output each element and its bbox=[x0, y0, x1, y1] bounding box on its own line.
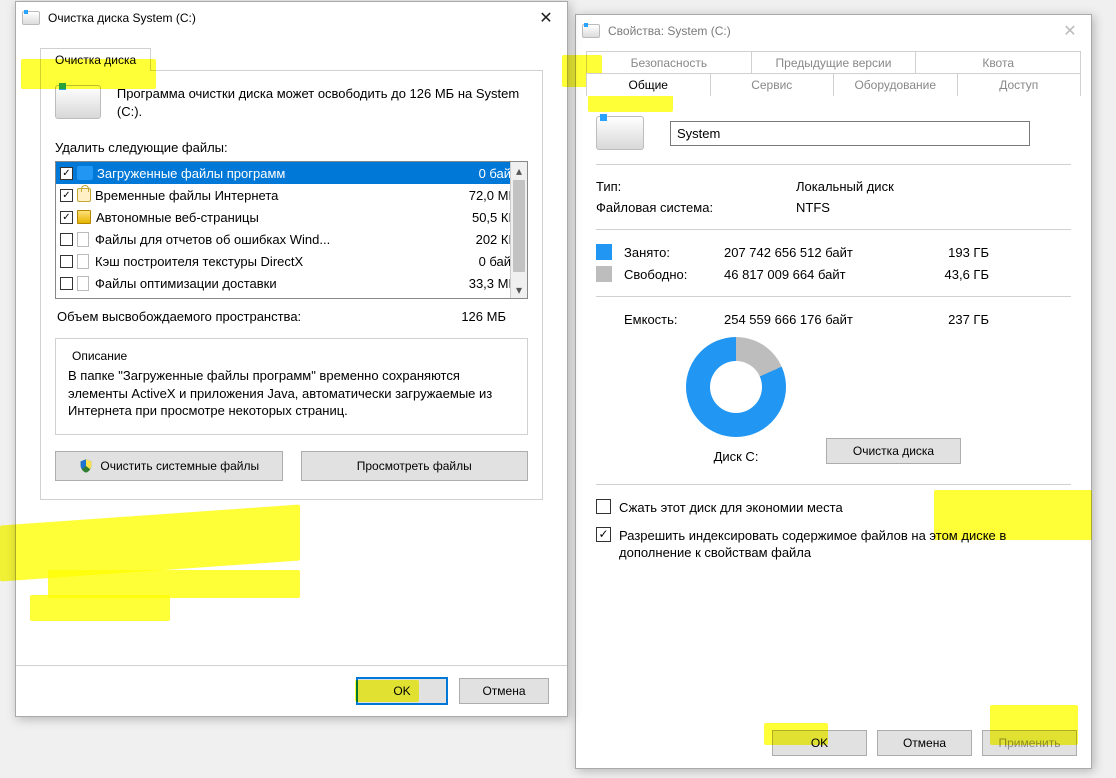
drive-icon bbox=[55, 85, 101, 119]
index-checkbox[interactable] bbox=[596, 527, 611, 542]
cancel-button[interactable]: Отмена bbox=[877, 730, 972, 756]
shield-icon bbox=[78, 458, 94, 474]
folder-icon bbox=[77, 166, 93, 180]
usage-donut-chart bbox=[686, 337, 786, 437]
web-icon bbox=[77, 210, 91, 224]
tab-cleanup[interactable]: Очистка диска bbox=[40, 48, 151, 71]
page-icon bbox=[77, 232, 89, 247]
type-value: Локальный диск bbox=[796, 179, 894, 194]
drive-icon bbox=[582, 24, 600, 38]
capacity-bytes: 254 559 666 176 байт bbox=[724, 312, 919, 327]
used-bytes: 207 742 656 512 байт bbox=[724, 245, 919, 260]
drive-icon bbox=[596, 116, 644, 150]
window-title: Свойства: System (C:) bbox=[604, 24, 1055, 38]
list-caption: Удалить следующие файлы: bbox=[55, 140, 528, 155]
row-checkbox[interactable] bbox=[60, 189, 73, 202]
row-checkbox[interactable] bbox=[60, 277, 73, 290]
fs-label: Файловая система: bbox=[596, 200, 796, 215]
row-checkbox[interactable] bbox=[60, 211, 73, 224]
cleanup-panel: Программа очистки диска может освободить… bbox=[40, 70, 543, 500]
list-item[interactable]: Автономные веб-страницы 50,5 КБ bbox=[56, 206, 527, 228]
fs-value: NTFS bbox=[796, 200, 830, 215]
list-item[interactable]: Файлы оптимизации доставки 33,3 МБ bbox=[56, 272, 527, 294]
used-gb: 193 ГБ bbox=[919, 245, 989, 260]
lock-icon bbox=[77, 188, 91, 202]
free-gb: 43,6 ГБ bbox=[919, 267, 989, 282]
title-bar[interactable]: Очистка диска System (C:) ✕ bbox=[16, 2, 567, 34]
drive-properties-window: Свойства: System (C:) ✕ Безопасность Пре… bbox=[575, 14, 1092, 769]
type-label: Тип: bbox=[596, 179, 796, 194]
row-name: Временные файлы Интернета bbox=[95, 188, 453, 203]
compress-checkbox[interactable] bbox=[596, 499, 611, 514]
ok-button[interactable]: OK bbox=[772, 730, 867, 756]
page-icon bbox=[77, 276, 89, 291]
view-files-button[interactable]: Просмотреть файлы bbox=[301, 451, 529, 481]
tab-service[interactable]: Сервис bbox=[711, 73, 835, 96]
clean-system-label: Очистить системные файлы bbox=[100, 459, 259, 473]
cancel-button[interactable]: Отмена bbox=[459, 678, 549, 704]
tab-previous[interactable]: Предыдущие версии bbox=[752, 51, 917, 74]
list-item[interactable]: Загруженные файлы программ 0 байт bbox=[56, 162, 527, 184]
close-icon[interactable]: ✕ bbox=[1055, 21, 1085, 41]
scroll-thumb[interactable] bbox=[513, 180, 525, 272]
row-name: Загруженные файлы программ bbox=[97, 166, 453, 181]
page-icon bbox=[77, 254, 89, 269]
scrollbar[interactable]: ▴ ▾ bbox=[510, 162, 527, 298]
list-item[interactable]: Файлы для отчетов об ошибках Wind... 202… bbox=[56, 228, 527, 250]
capacity-gb: 237 ГБ bbox=[919, 312, 989, 327]
description-box: Описание В папке "Загруженные файлы прог… bbox=[55, 338, 528, 435]
drive-name-input[interactable] bbox=[670, 121, 1030, 146]
free-label: Свободно: bbox=[624, 267, 724, 282]
used-swatch-icon bbox=[596, 244, 612, 260]
row-name: Файлы для отчетов об ошибках Wind... bbox=[95, 232, 453, 247]
window-title: Очистка диска System (C:) bbox=[44, 11, 531, 25]
tab-hardware[interactable]: Оборудование bbox=[834, 73, 958, 96]
row-checkbox[interactable] bbox=[60, 233, 73, 246]
tab-general[interactable]: Общие bbox=[586, 73, 711, 96]
description-legend: Описание bbox=[68, 349, 131, 363]
row-checkbox[interactable] bbox=[60, 255, 73, 268]
used-label: Занято: bbox=[624, 245, 724, 260]
description-text: В папке "Загруженные файлы программ" вре… bbox=[68, 367, 515, 420]
tabs: Безопасность Предыдущие версии Квота Общ… bbox=[586, 51, 1081, 96]
disk-cleanup-button[interactable]: Очистка диска bbox=[826, 438, 961, 464]
disk-label: Диск C: bbox=[686, 449, 786, 464]
tab-quota[interactable]: Квота bbox=[916, 51, 1081, 74]
total-label: Объем высвобождаемого пространства: bbox=[57, 309, 446, 324]
row-name: Кэш построителя текстуры DirectX bbox=[95, 254, 453, 269]
tab-sharing[interactable]: Доступ bbox=[958, 73, 1082, 96]
row-checkbox[interactable] bbox=[60, 167, 73, 180]
intro-text: Программа очистки диска может освободить… bbox=[117, 85, 528, 120]
capacity-label: Емкость: bbox=[624, 312, 724, 327]
ok-button[interactable]: OK bbox=[357, 678, 447, 704]
tab-security[interactable]: Безопасность bbox=[586, 51, 752, 74]
list-item[interactable]: Кэш построителя текстуры DirectX 0 байт bbox=[56, 250, 527, 272]
scroll-down-icon[interactable]: ▾ bbox=[511, 281, 527, 298]
close-icon[interactable]: ✕ bbox=[531, 8, 561, 28]
scroll-up-icon[interactable]: ▴ bbox=[511, 162, 527, 179]
file-categories-list[interactable]: Загруженные файлы программ 0 байт Времен… bbox=[55, 161, 528, 299]
view-files-label: Просмотреть файлы bbox=[357, 459, 472, 473]
total-value: 126 МБ bbox=[446, 309, 526, 324]
free-swatch-icon bbox=[596, 266, 612, 282]
compress-label: Сжать этот диск для экономии места bbox=[619, 499, 843, 517]
title-bar[interactable]: Свойства: System (C:) ✕ bbox=[576, 15, 1091, 47]
clean-system-files-button[interactable]: Очистить системные файлы bbox=[55, 451, 283, 481]
free-bytes: 46 817 009 664 байт bbox=[724, 267, 919, 282]
list-item[interactable]: Временные файлы Интернета 72,0 МБ bbox=[56, 184, 527, 206]
drive-icon bbox=[22, 11, 40, 25]
index-label: Разрешить индексировать содержимое файло… bbox=[619, 527, 1071, 562]
dialog-footer: OK Отмена bbox=[16, 665, 567, 716]
disk-cleanup-window: Очистка диска System (C:) ✕ Очистка диск… bbox=[15, 1, 568, 717]
row-name: Автономные веб-страницы bbox=[96, 210, 453, 225]
row-name: Файлы оптимизации доставки bbox=[95, 276, 453, 291]
apply-button[interactable]: Применить bbox=[982, 730, 1077, 756]
